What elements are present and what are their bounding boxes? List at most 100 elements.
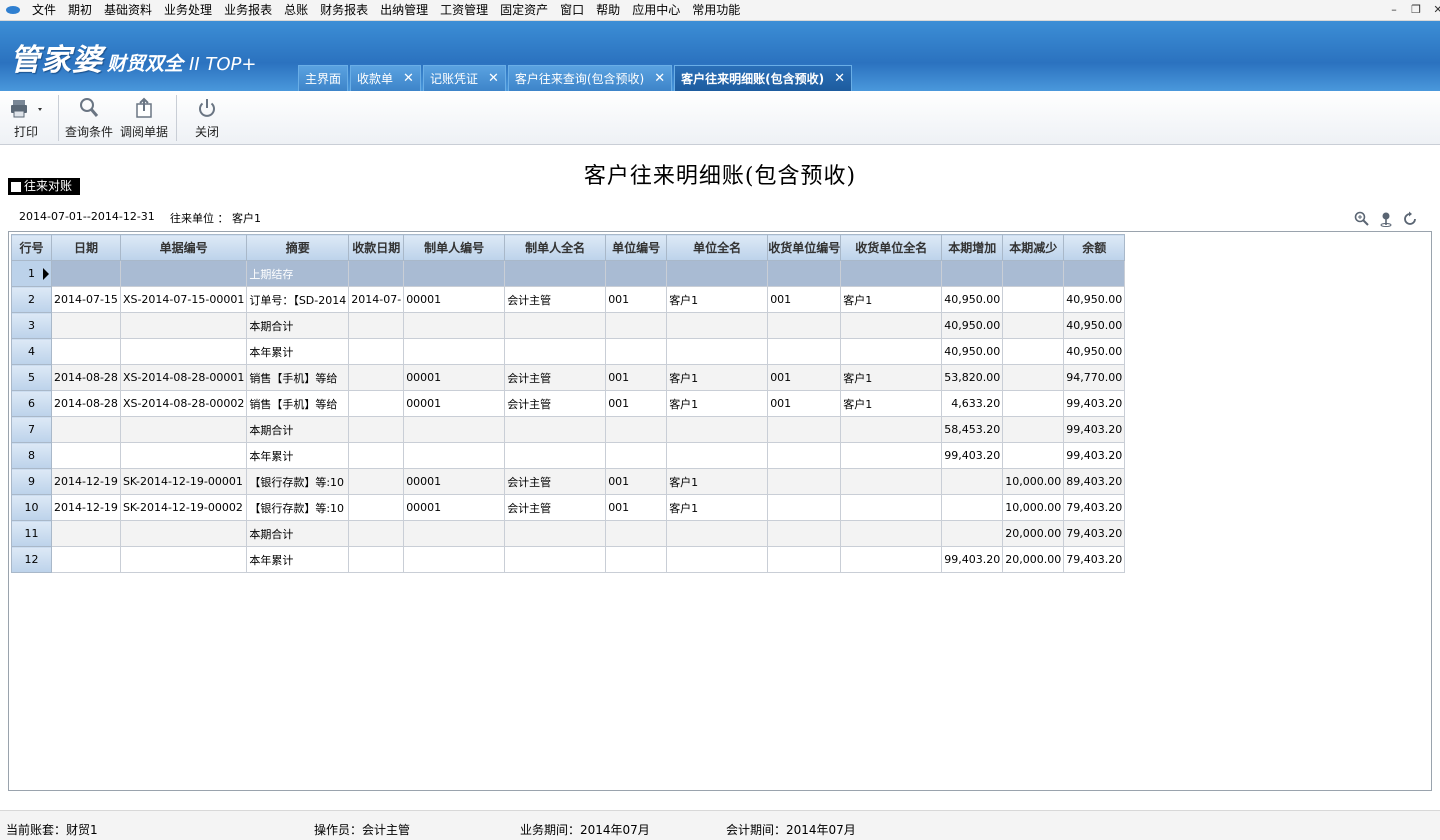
table-cell[interactable] xyxy=(348,390,405,417)
menu-window[interactable]: 窗口 xyxy=(554,0,590,20)
table-cell[interactable]: 40,950.00 xyxy=(941,312,1004,339)
table-cell[interactable] xyxy=(941,520,1004,547)
tab-receipt[interactable]: 收款单 ✕ xyxy=(350,65,421,91)
table-cell[interactable]: 会计主管 xyxy=(504,364,607,391)
table-cell[interactable] xyxy=(348,260,405,287)
zoom-icon[interactable] xyxy=(1354,211,1370,227)
table-row[interactable]: 8 本年累计 99,403.20 99,403.20 xyxy=(11,442,1126,469)
table-cell[interactable] xyxy=(840,546,943,573)
column-header[interactable]: 本期减少 xyxy=(1002,234,1065,261)
menu-payroll[interactable]: 工资管理 xyxy=(434,0,494,20)
table-cell[interactable]: 40,950.00 xyxy=(1063,312,1126,339)
row-number[interactable]: 2 xyxy=(11,286,52,313)
query-conditions-button[interactable]: 查询条件 xyxy=(65,97,113,140)
table-cell[interactable]: 订单号：【SD-2014 xyxy=(246,286,350,313)
table-cell[interactable]: 89,403.20 xyxy=(1063,468,1126,495)
table-cell[interactable]: 会计主管 xyxy=(504,390,607,417)
menu-app-center[interactable]: 应用中心 xyxy=(626,0,686,20)
table-cell[interactable]: 79,403.20 xyxy=(1063,546,1126,573)
table-cell[interactable] xyxy=(1002,260,1065,287)
table-cell[interactable]: 4,633.20 xyxy=(941,390,1004,417)
table-cell[interactable]: 2014-12-19 xyxy=(51,494,121,521)
table-cell[interactable] xyxy=(119,416,248,443)
table-cell[interactable]: 00001 xyxy=(403,364,506,391)
column-header[interactable]: 行号 xyxy=(11,234,52,261)
table-cell[interactable] xyxy=(504,312,607,339)
table-cell[interactable] xyxy=(666,416,769,443)
table-cell[interactable] xyxy=(767,312,842,339)
table-cell[interactable] xyxy=(666,546,769,573)
row-number[interactable]: 1 xyxy=(11,260,52,287)
row-number[interactable]: 9 xyxy=(11,468,52,495)
table-cell[interactable] xyxy=(119,338,248,365)
table-cell[interactable]: 001 xyxy=(605,390,668,417)
table-cell[interactable]: 客户1 xyxy=(666,364,769,391)
table-cell[interactable]: 本年累计 xyxy=(246,442,350,469)
table-cell[interactable] xyxy=(767,260,842,287)
table-cell[interactable] xyxy=(119,442,248,469)
table-cell[interactable]: XS-2014-07-15-00001 xyxy=(119,286,248,313)
table-cell[interactable] xyxy=(840,338,943,365)
table-cell[interactable] xyxy=(403,338,506,365)
menu-opening[interactable]: 期初 xyxy=(62,0,98,20)
column-header[interactable]: 余额 xyxy=(1063,234,1126,261)
menu-help[interactable]: 帮助 xyxy=(590,0,626,20)
table-cell[interactable]: 客户1 xyxy=(666,468,769,495)
table-cell[interactable]: 客户1 xyxy=(666,390,769,417)
table-cell[interactable]: 99,403.20 xyxy=(1063,390,1126,417)
tab-voucher[interactable]: 记账凭证 ✕ xyxy=(422,65,506,91)
column-header[interactable]: 制单人全名 xyxy=(504,234,607,261)
row-number[interactable]: 5 xyxy=(11,364,52,391)
row-number[interactable]: 12 xyxy=(11,546,52,573)
table-cell[interactable]: 99,403.20 xyxy=(941,546,1004,573)
table-cell[interactable]: 79,403.20 xyxy=(1063,494,1126,521)
menu-ledger[interactable]: 总账 xyxy=(278,0,314,20)
table-cell[interactable]: 001 xyxy=(605,286,668,313)
column-header[interactable]: 日期 xyxy=(51,234,121,261)
table-cell[interactable]: 销售【手机】等给 xyxy=(246,364,350,391)
close-icon[interactable]: ✕ xyxy=(488,71,499,86)
menu-basic-data[interactable]: 基础资料 xyxy=(98,0,158,20)
table-cell[interactable] xyxy=(840,520,943,547)
table-cell[interactable]: 001 xyxy=(767,390,842,417)
table-cell[interactable]: 53,820.00 xyxy=(941,364,1004,391)
table-cell[interactable]: 20,000.00 xyxy=(1002,546,1065,573)
menu-financial-report[interactable]: 财务报表 xyxy=(314,0,374,20)
menu-file[interactable]: 文件 xyxy=(26,0,62,20)
table-row[interactable]: 12 本年累计 99,403.20 20,000.00 79,403.20 xyxy=(11,546,1126,573)
table-cell[interactable]: 2014-08-28 xyxy=(51,390,121,417)
table-row[interactable]: 4 本年累计 40,950.00 40,950.00 xyxy=(11,338,1126,365)
table-cell[interactable]: 会计主管 xyxy=(504,494,607,521)
reconcile-checkbox[interactable]: 往来对账 xyxy=(8,178,81,195)
menu-fixed-assets[interactable]: 固定资产 xyxy=(494,0,554,20)
table-row[interactable]: 3 本期合计 40,950.00 40,950.00 xyxy=(11,312,1126,339)
table-cell[interactable] xyxy=(348,416,405,443)
table-cell[interactable] xyxy=(941,260,1004,287)
table-cell[interactable]: 客户1 xyxy=(666,494,769,521)
table-cell[interactable] xyxy=(767,416,842,443)
table-cell[interactable]: 99,403.20 xyxy=(1063,416,1126,443)
table-cell[interactable]: 【银行存款】等:10 xyxy=(246,494,350,521)
close-icon[interactable]: ✕ xyxy=(654,71,665,86)
row-number[interactable]: 7 xyxy=(11,416,52,443)
table-row[interactable]: 10 2014-12-19 SK-2014-12-19-00002 【银行存款】等:1… xyxy=(11,494,1126,521)
table-cell[interactable] xyxy=(403,312,506,339)
table-cell[interactable]: 20,000.00 xyxy=(1002,520,1065,547)
table-cell[interactable]: 001 xyxy=(767,364,842,391)
table-cell[interactable] xyxy=(51,520,121,547)
table-row[interactable]: 11 本期合计 20,000.00 79,403.20 xyxy=(11,520,1126,547)
table-cell[interactable] xyxy=(1002,338,1065,365)
table-cell[interactable] xyxy=(504,416,607,443)
menu-common[interactable]: 常用功能 xyxy=(686,0,746,20)
table-cell[interactable] xyxy=(119,546,248,573)
table-cell[interactable] xyxy=(605,338,668,365)
table-cell[interactable] xyxy=(504,338,607,365)
table-cell[interactable] xyxy=(666,338,769,365)
table-cell[interactable] xyxy=(666,520,769,547)
table-cell[interactable]: 2014-12-19 xyxy=(51,468,121,495)
table-cell[interactable]: 本年累计 xyxy=(246,546,350,573)
table-cell[interactable]: 本期合计 xyxy=(246,520,350,547)
column-header[interactable]: 本期增加 xyxy=(941,234,1004,261)
table-cell[interactable] xyxy=(348,468,405,495)
column-header[interactable]: 制单人编号 xyxy=(403,234,506,261)
